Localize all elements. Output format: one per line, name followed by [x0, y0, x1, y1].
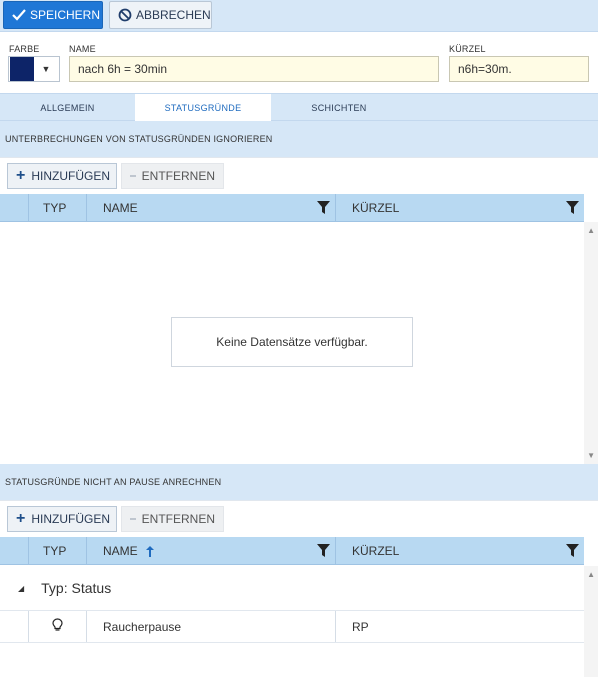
short-label: KÜRZEL — [449, 44, 486, 54]
color-picker[interactable]: ▼ — [8, 56, 60, 82]
column-name-label: NAME — [103, 544, 138, 558]
column-short[interactable]: KÜRZEL — [335, 194, 584, 222]
cancel-icon — [118, 8, 132, 22]
remove-button-2[interactable]: ENTFERNEN — [121, 506, 224, 532]
filter-icon[interactable] — [317, 544, 330, 560]
section-ignore-interruptions-title: UNTERBRECHUNGEN VON STATUSGRÜNDEN IGNORI… — [0, 121, 598, 157]
color-swatch — [10, 57, 34, 81]
color-label: FARBE — [9, 44, 40, 54]
section-not-count-break-title: STATUSGRÜNDE NICHT AN PAUSE ANRECHNEN — [0, 464, 598, 500]
filter-icon[interactable] — [566, 201, 579, 217]
plus-icon: + — [16, 510, 26, 527]
minus-icon — [130, 518, 136, 520]
column-name-label: NAME — [103, 201, 138, 215]
scroll-up-icon[interactable]: ▲ — [587, 226, 595, 235]
column-type[interactable]: TYP — [28, 537, 86, 565]
add-button-1[interactable]: + HINZUFÜGEN — [7, 163, 117, 189]
column-type[interactable]: TYP — [28, 194, 86, 222]
column-name[interactable]: NAME — [86, 194, 335, 222]
collapse-triangle-icon[interactable]: ◢ — [18, 584, 24, 593]
tab-general[interactable]: ALLGEMEIN — [0, 94, 135, 121]
tab-status-reasons[interactable]: STATUSGRÜNDE — [135, 94, 271, 122]
grid-toolbar-1: + HINZUFÜGEN ENTFERNEN — [0, 157, 598, 195]
scroll-down-icon[interactable]: ▼ — [587, 451, 595, 460]
scrollbar[interactable]: ▲ — [584, 566, 598, 677]
filter-icon[interactable] — [566, 544, 579, 560]
grid-header-1: TYP NAME KÜRZEL — [0, 194, 584, 222]
empty-state-message: Keine Datensätze verfügbar. — [171, 317, 413, 367]
remove-button-label: ENTFERNEN — [141, 512, 215, 526]
group-label: Typ: Status — [41, 580, 112, 596]
tab-bar: ALLGEMEIN STATUSGRÜNDE SCHICHTEN — [0, 93, 598, 122]
top-toolbar: SPEICHERN ABBRECHEN — [0, 0, 598, 32]
scrollbar[interactable]: ▲ ▼ — [584, 222, 598, 464]
type-cell — [28, 611, 86, 642]
name-cell: Raucherpause — [86, 611, 335, 642]
cancel-button-label: ABBRECHEN — [136, 8, 211, 22]
save-button-label: SPEICHERN — [30, 8, 101, 22]
remove-button-label: ENTFERNEN — [141, 169, 215, 183]
short-field[interactable]: n6h=30m. — [449, 56, 589, 82]
plus-icon: + — [16, 167, 26, 184]
add-button-label: HINZUFÜGEN — [31, 512, 111, 526]
remove-button-1[interactable]: ENTFERNEN — [121, 163, 224, 189]
minus-icon — [130, 175, 136, 177]
grid-header-2: TYP NAME KÜRZEL — [0, 537, 584, 565]
filter-icon[interactable] — [317, 201, 330, 217]
tab-shifts[interactable]: SCHICHTEN — [271, 94, 407, 121]
add-button-label: HINZUFÜGEN — [31, 169, 111, 183]
table-row[interactable]: Raucherpause RP — [0, 611, 584, 643]
column-short[interactable]: KÜRZEL — [335, 537, 584, 565]
column-short-label: KÜRZEL — [352, 201, 400, 215]
grid-toolbar-2: + HINZUFÜGEN ENTFERNEN — [0, 500, 598, 538]
save-button[interactable]: SPEICHERN — [3, 1, 103, 29]
cancel-button[interactable]: ABBRECHEN — [109, 1, 212, 29]
group-row[interactable]: ◢ Typ: Status — [0, 566, 584, 611]
name-field[interactable]: nach 6h = 30min — [69, 56, 439, 82]
name-label: NAME — [69, 44, 96, 54]
column-name[interactable]: NAME — [86, 537, 335, 565]
short-cell: RP — [335, 611, 584, 642]
chevron-down-icon[interactable]: ▼ — [34, 64, 58, 74]
check-icon — [12, 9, 26, 21]
add-button-2[interactable]: + HINZUFÜGEN — [7, 506, 117, 532]
sort-ascending-icon — [145, 545, 154, 557]
column-short-label: KÜRZEL — [352, 544, 400, 558]
lightbulb-icon — [52, 618, 63, 635]
scroll-up-icon[interactable]: ▲ — [587, 570, 595, 579]
